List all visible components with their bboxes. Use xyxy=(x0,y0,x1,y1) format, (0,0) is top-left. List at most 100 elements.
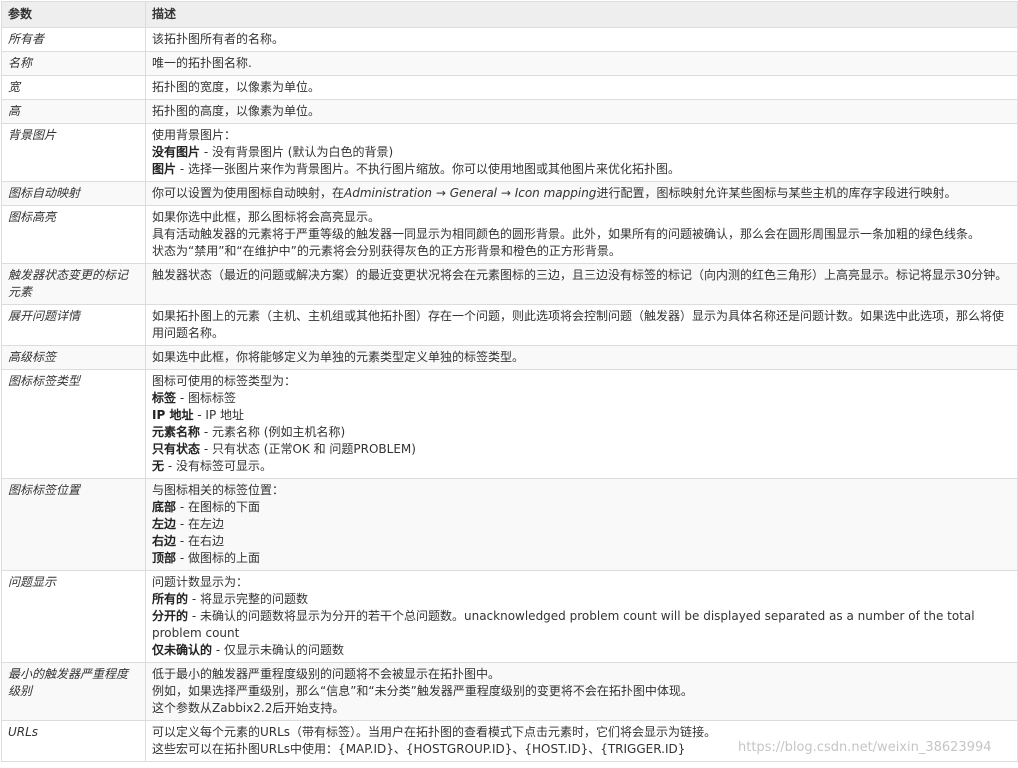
description-line: 标签 - 图标标签 xyxy=(152,390,1011,407)
table-row: 高级标签 如果选中此框，你将能够定义为单独的元素类型定义单独的标签类型。 xyxy=(1,345,1018,370)
parameter-table: 参数 描述 所有者 该拓扑图所有者的名称。 名称 唯一的拓扑图名称. 宽拓扑图的宽度，以… xyxy=(1,1,1018,762)
description-line: 如果你选中此框，那么图标将会高亮显示。 xyxy=(152,209,1011,226)
description-line: 与图标相关的标签位置： xyxy=(152,482,1011,499)
table-row: 图标高亮 如果你选中此框，那么图标将会高亮显示。 具有活动触发器的元素将于严重等级的… xyxy=(1,205,1018,264)
description-text: 使用背景图片： xyxy=(152,128,237,142)
option-term: 底部 xyxy=(152,500,177,514)
param-name: 名称 xyxy=(1,51,146,76)
param-name: 高级标签 xyxy=(1,345,146,370)
option-term: IP 地址 xyxy=(152,408,194,422)
param-name: 问题显示 xyxy=(1,570,146,663)
option-term: 没有图片 xyxy=(152,145,201,159)
description-text: 例如，如果选择严重级别，那么“信息”和“未分类”触发器严重程度级别的变更将不会在… xyxy=(152,684,693,698)
option-term: 元素名称 xyxy=(152,425,201,439)
param-description: 唯一的拓扑图名称. xyxy=(145,51,1018,76)
description-line: 底部 - 在图标的下面 xyxy=(152,499,1011,516)
description-text: 这个参数从Zabbix2.2后开始支持。 xyxy=(152,701,345,715)
description-line: 唯一的拓扑图名称. xyxy=(152,55,1011,72)
option-term: 只有状态 xyxy=(152,442,201,456)
option-term: 分开的 xyxy=(152,609,189,623)
menu-path: Administration → General → Icon mapping xyxy=(344,186,597,200)
description-text: - 做图标的上面 xyxy=(176,551,260,565)
description-line: 图标可使用的标签类型为： xyxy=(152,373,1011,390)
description-line: 该拓扑图所有者的名称。 xyxy=(152,31,1011,48)
description-line: 具有活动触发器的元素将于严重等级的触发器一同显示为相同颜色的圆形背景。此外，如果… xyxy=(152,226,1011,243)
table-row: 图标自动映射 你可以设置为使用图标自动映射，在Administration → G… xyxy=(1,181,1018,206)
param-description: 触发器状态（最近的问题或解决方案）的最近变更状况将会在元素图标的三边，且三边没有… xyxy=(145,263,1018,305)
option-term: 左边 xyxy=(152,517,177,531)
description-line: 这个参数从Zabbix2.2后开始支持。 xyxy=(152,700,1011,717)
description-line: 无 - 没有标签可显示。 xyxy=(152,458,1011,475)
table-row: 名称 唯一的拓扑图名称. xyxy=(1,51,1018,76)
description-column-header: 描述 xyxy=(145,1,1018,28)
param-name: URLs xyxy=(1,720,146,762)
description-line: 只有状态 - 只有状态 (正常OK 和 问题PROBLEM) xyxy=(152,441,1011,458)
param-name: 图标高亮 xyxy=(1,205,146,264)
table-row: 图标标签位置 与图标相关的标签位置： 底部 - 在图标的下面 左边 - 在左边 右边 -… xyxy=(1,478,1018,571)
description-text: 如果选中此框，你将能够定义为单独的元素类型定义单独的标签类型。 xyxy=(152,350,525,364)
description-text: - 在左边 xyxy=(176,517,224,531)
description-text: 这些宏可以在拓扑图URLs中使用：{MAP.ID}、{HOSTGROUP.ID}… xyxy=(152,742,686,756)
param-name: 宽 xyxy=(1,75,146,100)
description-text: 低于最小的触发器严重程度级别的问题将不会被显示在拓扑图中。 xyxy=(152,667,501,681)
table-row: 图标标签类型 图标可使用的标签类型为： 标签 - 图标标签 IP 地址 - IP 地址… xyxy=(1,369,1018,479)
table-row: 所有者 该拓扑图所有者的名称。 xyxy=(1,27,1018,52)
description-line: 你可以设置为使用图标自动映射，在Administration → General… xyxy=(152,185,1011,202)
description-line: 仅未确认的 - 仅显示未确认的问题数 xyxy=(152,642,1011,659)
watermark-url: https://blog.csdn.net/weixin_38623994 xyxy=(738,740,992,755)
description-line: 低于最小的触发器严重程度级别的问题将不会被显示在拓扑图中。 xyxy=(152,666,1011,683)
description-text: - 没有标签可显示。 xyxy=(164,459,272,473)
description-text: - 元素名称 (例如主机名称) xyxy=(200,425,346,439)
table-row: 最小的触发器严重程度级别 低于最小的触发器严重程度级别的问题将不会被显示在拓扑图中… xyxy=(1,662,1018,721)
param-name: 展开问题详情 xyxy=(1,304,146,346)
description-text: - IP 地址 xyxy=(193,408,245,422)
param-name: 触发器状态变更的标记元素 xyxy=(1,263,146,305)
param-description: 你可以设置为使用图标自动映射，在Administration → General… xyxy=(145,181,1018,206)
description-line: 问题计数显示为： xyxy=(152,574,1011,591)
description-text: 该拓扑图所有者的名称。 xyxy=(152,32,285,46)
description-line: 例如，如果选择严重级别，那么“信息”和“未分类”触发器严重程度级别的变更将不会在… xyxy=(152,683,1011,700)
description-line: 右边 - 在右边 xyxy=(152,533,1011,550)
table-header-row: 参数 描述 xyxy=(1,1,1018,28)
description-line: 拓扑图的宽度，以像素为单位。 xyxy=(152,79,1011,96)
param-description: 图标可使用的标签类型为： 标签 - 图标标签 IP 地址 - IP 地址 元素名称 -… xyxy=(145,369,1018,479)
option-term: 标签 xyxy=(152,391,177,405)
description-line: 使用背景图片： xyxy=(152,127,1011,144)
description-text: 与图标相关的标签位置： xyxy=(152,483,285,497)
description-text: - 图标标签 xyxy=(176,391,236,405)
description-line: 状态为“禁用”和“在维护中”的元素将会分别获得灰色的正方形背景和橙色的正方形背景… xyxy=(152,243,1011,260)
param-name: 高 xyxy=(1,99,146,124)
param-name: 图标标签位置 xyxy=(1,478,146,571)
description-text: 唯一的拓扑图名称. xyxy=(152,56,252,70)
param-description: 如果你选中此框，那么图标将会高亮显示。 具有活动触发器的元素将于严重等级的触发器一… xyxy=(145,205,1018,264)
description-text: - 将显示完整的问题数 xyxy=(188,592,308,606)
description-text: 图标可使用的标签类型为： xyxy=(152,374,297,388)
param-name: 图标自动映射 xyxy=(1,181,146,206)
description-text: 拓扑图的宽度，以像素为单位。 xyxy=(152,80,321,94)
description-text: - 选择一张图片来作为背景图片。不执行图片缩放。你可以使用地图或其他图片来优化拓… xyxy=(176,162,680,176)
description-line: 触发器状态（最近的问题或解决方案）的最近变更状况将会在元素图标的三边，且三边没有… xyxy=(152,267,1011,284)
option-term: 右边 xyxy=(152,534,177,548)
description-line: 没有图片 - 没有背景图片 (默认为白色的背景) xyxy=(152,144,1011,161)
description-line: 分开的 - 未确认的问题数将显示为分开的若干个总问题数。unacknowledg… xyxy=(152,608,1011,642)
description-line: 可以定义每个元素的URLs（带有标签）。当用户在拓扑图的查看模式下点击元素时，它… xyxy=(152,724,1011,741)
param-name: 背景图片 xyxy=(1,123,146,182)
option-term: 顶部 xyxy=(152,551,177,565)
description-text: 状态为“禁用”和“在维护中”的元素将会分别获得灰色的正方形背景和橙色的正方形背景… xyxy=(152,244,621,258)
description-text: 触发器状态（最近的问题或解决方案）的最近变更状况将会在元素图标的三边，且三边没有… xyxy=(152,268,1008,282)
description-text: 进行配置，图标映射允许某些图标与某些主机的库存字段进行映射。 xyxy=(596,186,957,200)
param-description: 使用背景图片： 没有图片 - 没有背景图片 (默认为白色的背景) 图片 - 选择一张… xyxy=(145,123,1018,182)
option-term: 无 xyxy=(152,459,165,473)
table-row: 触发器状态变更的标记元素 触发器状态（最近的问题或解决方案）的最近变更状况将会在元… xyxy=(1,263,1018,305)
description-line: 左边 - 在左边 xyxy=(152,516,1011,533)
param-name: 所有者 xyxy=(1,27,146,52)
table-row: 问题显示 问题计数显示为： 所有的 - 将显示完整的问题数 分开的 - 未确认的问题数… xyxy=(1,570,1018,663)
param-description: 如果拓扑图上的元素（主机、主机组或其他拓扑图）存在一个问题，则此选项将会控制问题… xyxy=(145,304,1018,346)
description-text: 可以定义每个元素的URLs（带有标签）。当用户在拓扑图的查看模式下点击元素时，它… xyxy=(152,725,717,739)
description-text: - 仅显示未确认的问题数 xyxy=(212,643,344,657)
param-description: 该拓扑图所有者的名称。 xyxy=(145,27,1018,52)
param-column-header: 参数 xyxy=(1,1,146,28)
table-body: 所有者 该拓扑图所有者的名称。 名称 唯一的拓扑图名称. 宽拓扑图的宽度，以像素为单位。… xyxy=(1,27,1018,762)
description-line: 所有的 - 将显示完整的问题数 xyxy=(152,591,1011,608)
description-line: 拓扑图的高度，以像素为单位。 xyxy=(152,103,1011,120)
